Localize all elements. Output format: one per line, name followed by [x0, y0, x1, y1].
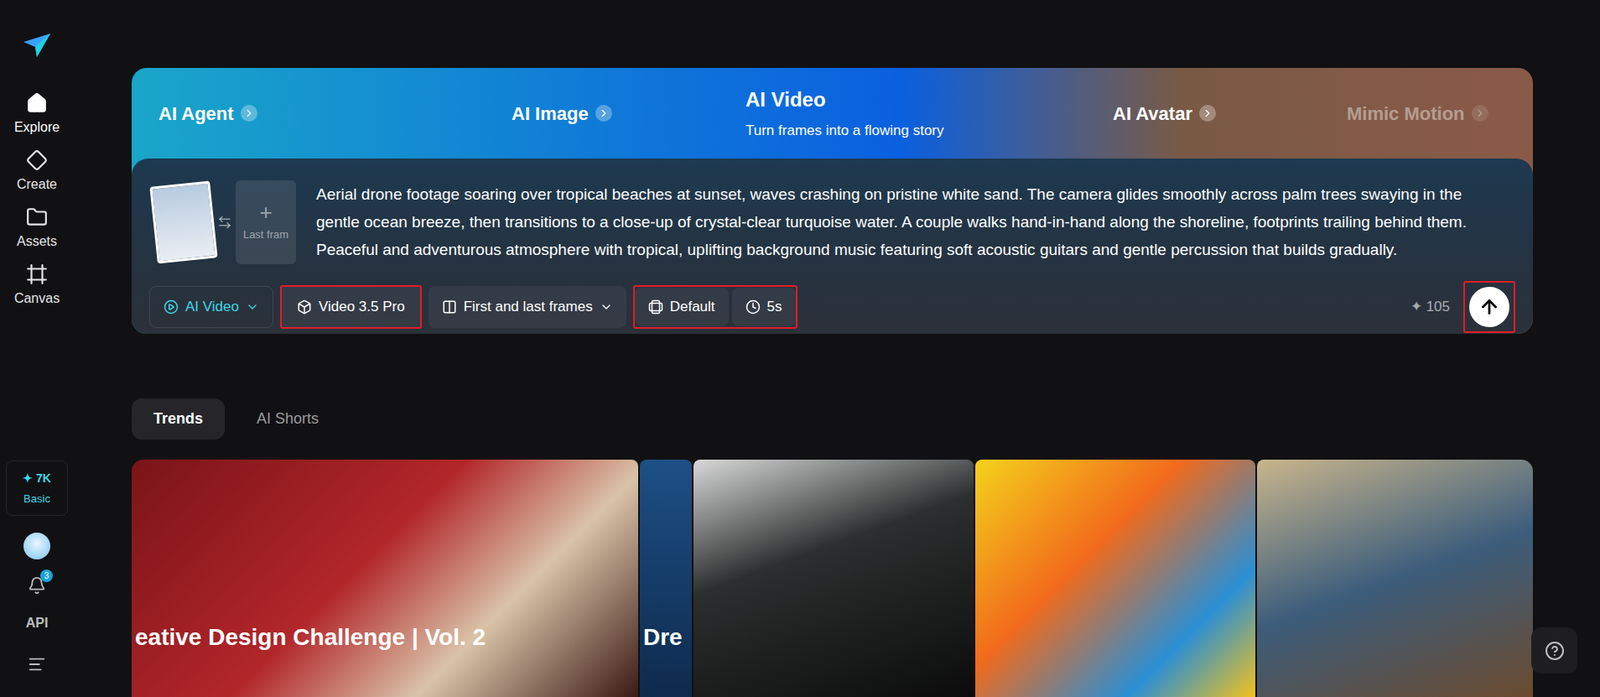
feature-tab[interactable]: Mimic Motion	[1319, 67, 1533, 159]
help-button[interactable]	[1531, 627, 1578, 674]
content-tab[interactable]: Trends	[131, 398, 225, 440]
submit-button[interactable]	[1469, 286, 1510, 328]
notifications[interactable]: 3	[27, 576, 47, 595]
sidebar-item[interactable]: Create	[16, 149, 58, 195]
sidebar-item[interactable]: Canvas	[14, 263, 60, 309]
arrow-icon	[1471, 104, 1489, 122]
arrow-up-icon	[1478, 296, 1501, 318]
model-icon	[296, 299, 312, 315]
main: AI AgentAI ImageAI VideoTurn frames into…	[73, 0, 1600, 697]
clock-icon	[745, 299, 761, 315]
mode-select[interactable]: AI Video	[149, 285, 274, 328]
app: Explore Create Assets Canvas ✦ 7KBasic 3 API AI…	[0, 0, 1600, 697]
sidebar: Explore Create Assets Canvas ✦ 7KBasic 3 API	[0, 0, 74, 697]
gallery: eative Design Challenge | Vol. 2Dre	[131, 459, 1533, 697]
sidebar-item[interactable]: Assets	[16, 206, 58, 252]
credit-cost: ✦ 105	[1410, 296, 1450, 318]
chevron-icon	[599, 300, 613, 314]
gallery-card[interactable]: eative Design Challenge | Vol. 2	[131, 459, 639, 697]
toolbar: AI VideoVideo 3.5 ProFirst and last fram…	[149, 280, 1516, 333]
prompt-panel: +Last fram Aerial drone footage soaring o…	[131, 158, 1533, 334]
feature-tab[interactable]: AI Agent	[131, 67, 485, 159]
ratio-select[interactable]: Default	[634, 287, 729, 327]
duration-select[interactable]: 5s	[732, 287, 796, 327]
arrow-icon	[240, 104, 258, 122]
credits-box[interactable]: ✦ 7KBasic	[5, 460, 68, 517]
notification-badge: 3	[40, 569, 53, 582]
help-icon	[1544, 640, 1565, 661]
feature-tabs: AI AgentAI ImageAI VideoTurn frames into…	[131, 67, 1533, 159]
gallery-card[interactable]	[975, 459, 1256, 697]
sidebar-item[interactable]: Explore	[14, 92, 60, 138]
nav-icon	[25, 263, 48, 286]
content-tabs: TrendsAI Shorts	[131, 398, 1533, 440]
menu-icon[interactable]	[27, 654, 47, 674]
arrow-icon	[595, 104, 613, 122]
nav-icon	[25, 92, 48, 115]
nav-icon	[25, 149, 48, 172]
last-frame[interactable]: +Last fram	[235, 180, 297, 265]
first-frame[interactable]	[149, 180, 218, 264]
sidebar-nav: Explore Create Assets Canvas	[14, 92, 60, 309]
ratio-icon	[648, 299, 664, 315]
gallery-card[interactable]	[693, 459, 974, 697]
feature-tab[interactable]: AI VideoTurn frames into a flowing story	[718, 67, 1086, 159]
avatar[interactable]	[23, 532, 51, 560]
swap-icon[interactable]	[217, 214, 233, 230]
api-link[interactable]: API	[25, 612, 49, 634]
submit-frame	[1463, 280, 1516, 333]
frames-select[interactable]: First and last frames	[428, 285, 627, 328]
frames-icon	[441, 299, 458, 315]
settings-group: Default5s	[633, 285, 798, 329]
nav-icon	[25, 206, 48, 229]
video-icon	[163, 299, 179, 315]
prompt-text[interactable]: Aerial drone footage soaring over tropic…	[316, 180, 1516, 265]
arrow-icon	[1199, 104, 1216, 122]
feature-tab[interactable]: AI Avatar	[1085, 67, 1320, 159]
gallery-card[interactable]: Dre	[639, 459, 692, 697]
logo-icon[interactable]	[21, 30, 52, 61]
gallery-card[interactable]	[1257, 459, 1533, 697]
model-select[interactable]: Video 3.5 Pro	[280, 285, 422, 329]
feature-tab[interactable]: AI Image	[484, 67, 719, 159]
frames: +Last fram	[153, 180, 297, 265]
content-tab[interactable]: AI Shorts	[234, 398, 341, 440]
generator-banner: AI AgentAI ImageAI VideoTurn frames into…	[131, 67, 1533, 334]
chevron-icon	[245, 300, 260, 314]
